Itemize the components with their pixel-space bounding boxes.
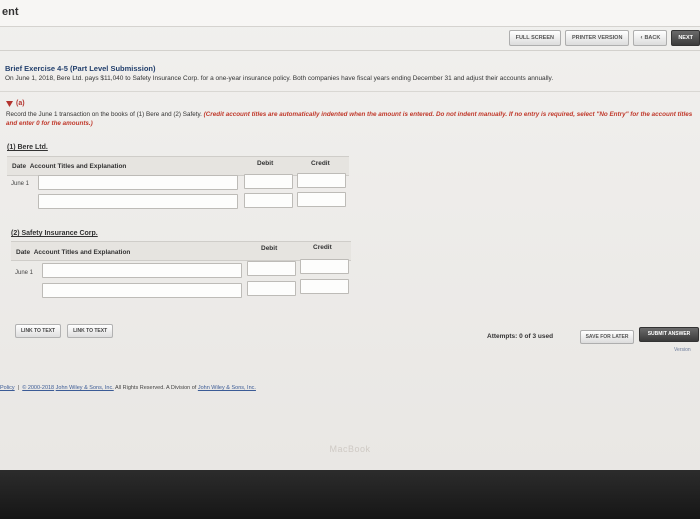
col-credit-label: Credit [311, 160, 330, 167]
col-date-label: Date Account Titles and Explanation [16, 249, 131, 256]
browser-screen: ent FULL SCREEN PRINTER VERSION ‹ BACK NE… [0, 0, 700, 470]
laptop-bezel [0, 470, 700, 519]
part-a-instructions: Record the June 1 transaction on the boo… [6, 110, 696, 128]
wiley-link-2[interactable]: John Wiley & Sons, Inc. [198, 385, 256, 391]
company-bere: (1) Bere Ltd. [7, 144, 48, 151]
attempts-counter: Attempts: 0 of 3 used [487, 333, 554, 340]
row-date: June 1 [11, 181, 30, 187]
part-a-toggle[interactable]: (a) [6, 100, 25, 107]
exercise-description: On June 1, 2018, Bere Ltd. pays $11,040 … [5, 75, 554, 82]
full-screen-label: FULL SCREEN [515, 35, 554, 41]
copyright-text: © 2000-2018 [22, 385, 55, 391]
company-safety: (2) Safety Insurance Corp. [11, 230, 98, 237]
credit-input[interactable] [297, 173, 346, 188]
wiley-link[interactable]: John Wiley & Sons, Inc. [56, 385, 114, 391]
save-for-later-button[interactable]: SAVE FOR LATER [580, 330, 634, 344]
full-screen-button[interactable]: FULL SCREEN [508, 30, 561, 46]
credit-input[interactable] [300, 279, 349, 294]
credit-input[interactable] [300, 259, 349, 274]
triangle-down-icon [6, 100, 13, 107]
debit-input[interactable] [244, 174, 293, 189]
credit-input[interactable] [297, 192, 346, 207]
col-credit-label: Credit [313, 244, 332, 251]
back-button[interactable]: ‹ BACK [633, 30, 668, 46]
submit-answer-button[interactable]: SUBMIT ANSWER [639, 327, 699, 342]
rights-text: All Rights Reserved. A Division of [114, 385, 197, 391]
exercise-title: Brief Exercise 4-5 (Part Level Submissio… [5, 64, 156, 73]
account-title-input[interactable] [38, 194, 238, 209]
title-bar: ent [0, 0, 700, 27]
account-title-input[interactable] [42, 263, 242, 278]
next-button[interactable]: NEXT [671, 30, 700, 46]
footer-separator: | [17, 385, 20, 391]
row-date: June 1 [15, 270, 34, 276]
toolbar: FULL SCREEN PRINTER VERSION ‹ BACK NEXT [508, 30, 700, 46]
journal-header: Date Account Titles and Explanation Debi… [11, 241, 351, 261]
policy-link[interactable]: Policy [0, 385, 15, 391]
part-a-label: (a) [16, 100, 25, 107]
debit-input[interactable] [247, 281, 296, 296]
account-title-input[interactable] [38, 175, 238, 190]
col-date-label: Date Account Titles and Explanation [12, 163, 127, 170]
account-title-input[interactable] [42, 283, 242, 298]
debit-input[interactable] [244, 193, 293, 208]
link-to-text-button[interactable]: LINK TO TEXT [67, 324, 114, 338]
window-title: ent [2, 6, 19, 18]
next-label: NEXT [678, 35, 693, 41]
version-link[interactable]: Version [674, 347, 691, 353]
footer: Policy | © 2000-2018 John Wiley & Sons, … [0, 385, 256, 391]
col-debit-label: Debit [261, 245, 278, 252]
link-buttons: LINK TO TEXT LINK TO TEXT [15, 324, 114, 338]
device-brand: MacBook [329, 444, 371, 454]
link-to-text-button[interactable]: LINK TO TEXT [15, 324, 62, 338]
divider [0, 91, 700, 92]
col-debit-label: Debit [257, 160, 274, 167]
chevron-left-icon: ‹ [640, 35, 643, 41]
divider [0, 50, 700, 51]
printer-version-label: PRINTER VERSION [572, 35, 623, 41]
debit-input[interactable] [247, 261, 296, 276]
printer-version-button[interactable]: PRINTER VERSION [565, 30, 630, 46]
back-label: BACK [644, 35, 661, 41]
instruction-text: Record the June 1 transaction on the boo… [6, 111, 202, 118]
